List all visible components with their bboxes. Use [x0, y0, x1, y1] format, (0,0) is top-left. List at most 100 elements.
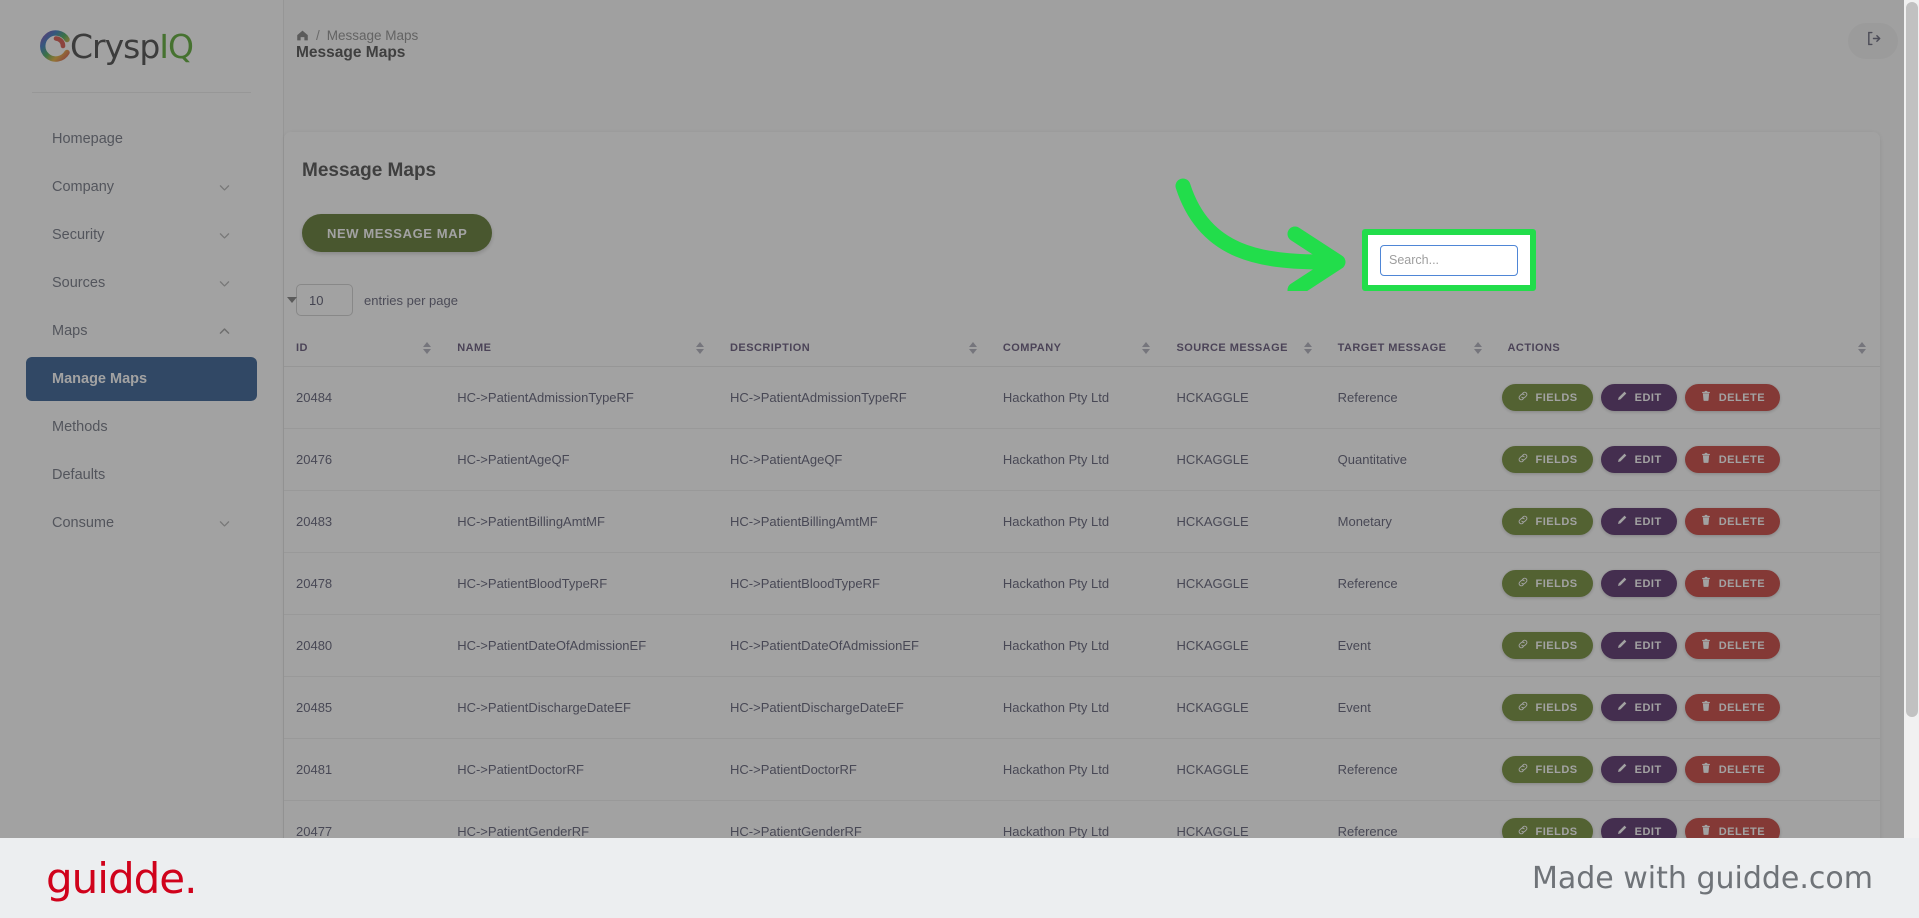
cell-description: HC->PatientDateOfAdmissionEF	[718, 614, 991, 677]
column-header-target-message[interactable]: TARGET MESSAGE	[1325, 330, 1496, 367]
message-maps-table: ID NAME DESCRIPTION COMPANY SOURCE MESSA…	[284, 330, 1880, 838]
cell-name: HC->PatientAdmissionTypeRF	[445, 366, 719, 429]
sidebar-divider	[32, 92, 251, 93]
sort-toggle-icon[interactable]	[1858, 342, 1866, 354]
column-header-company[interactable]: COMPANY	[990, 330, 1165, 367]
new-message-map-button[interactable]: NEW MESSAGE MAP	[302, 214, 493, 252]
app-logo[interactable]: Crysp IQ	[0, 0, 283, 92]
entries-per-page-control: 10 entries per page	[287, 284, 458, 316]
cell-company: Hackathon Pty Ltd	[990, 676, 1165, 739]
chevron-down-icon	[218, 277, 231, 290]
sidebar-item-consume[interactable]: Consume	[26, 501, 257, 545]
sidebar-item-homepage[interactable]: Homepage	[26, 117, 257, 161]
pencil-icon	[1616, 576, 1628, 591]
row-actions: FIELDS EDIT DELETE	[1501, 384, 1880, 411]
sort-toggle-icon[interactable]	[423, 342, 432, 354]
column-label: ID	[296, 342, 308, 354]
cell-actions: FIELDS EDIT DELETE	[1495, 614, 1880, 677]
sidebar-item-manage-maps[interactable]: Manage Maps	[26, 357, 257, 401]
delete-button[interactable]: DELETE	[1684, 508, 1781, 535]
fields-button[interactable]: FIELDS	[1501, 694, 1593, 721]
edit-button[interactable]: EDIT	[1600, 446, 1677, 473]
entries-per-page-select[interactable]: 10	[287, 284, 353, 316]
column-header-id[interactable]: ID	[284, 330, 446, 367]
edit-button[interactable]: EDIT	[1600, 756, 1677, 783]
table-row: 20481 HC->PatientDoctorRF HC->PatientDocto…	[284, 738, 1880, 801]
sort-toggle-icon[interactable]	[1142, 342, 1151, 354]
search-input[interactable]	[1380, 244, 1518, 276]
page-scrollbar[interactable]	[1904, 0, 1919, 838]
table-row: 20484 HC->PatientAdmissionTypeRF HC->Patie…	[284, 366, 1880, 429]
column-header-description[interactable]: DESCRIPTION	[718, 330, 991, 367]
column-label: DESCRIPTION	[730, 342, 811, 354]
edit-button[interactable]: EDIT	[1600, 694, 1677, 721]
edit-button[interactable]: EDIT	[1600, 570, 1677, 597]
link-icon	[1517, 638, 1529, 653]
logout-button[interactable]	[1848, 23, 1898, 59]
sidebar-item-methods[interactable]: Methods	[26, 405, 257, 449]
fields-button[interactable]: FIELDS	[1501, 756, 1593, 783]
cell-actions: FIELDS EDIT DELETE	[1495, 676, 1880, 739]
sidebar-item-sources[interactable]: Sources	[26, 261, 257, 305]
sidebar-item-company[interactable]: Company	[26, 165, 257, 209]
top-bar: / Message Maps Message Maps	[284, 0, 1919, 92]
trash-icon	[1700, 576, 1712, 591]
cell-description: HC->PatientDoctorRF	[718, 738, 991, 801]
cell-company: Hackathon Pty Ltd	[990, 552, 1165, 615]
column-label: ACTIONS	[1507, 342, 1561, 354]
delete-button[interactable]: DELETE	[1684, 446, 1781, 473]
fields-button[interactable]: FIELDS	[1501, 570, 1593, 597]
sidebar-item-label: Consume	[52, 515, 115, 531]
delete-button[interactable]: DELETE	[1684, 818, 1781, 838]
column-header-actions[interactable]: ACTIONS	[1495, 330, 1880, 367]
edit-button[interactable]: EDIT	[1600, 384, 1677, 411]
message-maps-card: Message Maps NEW MESSAGE MAP 10 entries …	[284, 132, 1880, 838]
cell-description: HC->PatientAgeQF	[718, 428, 991, 491]
breadcrumb-current[interactable]: Message Maps	[327, 28, 419, 43]
cell-actions: FIELDS EDIT DELETE	[1495, 800, 1880, 838]
fields-button[interactable]: FIELDS	[1501, 508, 1593, 535]
cell-actions: FIELDS EDIT DELETE	[1495, 738, 1880, 801]
home-icon[interactable]	[296, 29, 309, 42]
sort-toggle-icon[interactable]	[696, 342, 705, 354]
application-window: Crysp IQ Homepage Company Security Sourc…	[0, 0, 1919, 838]
trash-icon	[1700, 762, 1712, 777]
sidebar-item-maps[interactable]: Maps	[26, 309, 257, 353]
fields-button[interactable]: FIELDS	[1501, 632, 1593, 659]
cell-company: Hackathon Pty Ltd	[990, 428, 1165, 491]
cell-actions: FIELDS EDIT DELETE	[1495, 490, 1880, 553]
fields-button-label: FIELDS	[1535, 763, 1578, 776]
fields-button[interactable]: FIELDS	[1501, 384, 1593, 411]
row-actions: FIELDS EDIT DELETE	[1501, 508, 1880, 535]
delete-button[interactable]: DELETE	[1684, 756, 1781, 783]
cell-actions: FIELDS EDIT DELETE	[1495, 552, 1880, 615]
cell-name: HC->PatientDateOfAdmissionEF	[445, 614, 719, 677]
scrollbar-thumb[interactable]	[1906, 2, 1918, 717]
cell-source-message: HCKAGGLE	[1164, 428, 1326, 491]
edit-button[interactable]: EDIT	[1600, 632, 1677, 659]
sidebar-item-defaults[interactable]: Defaults	[26, 453, 257, 497]
entries-per-page-label: entries per page	[364, 292, 458, 308]
delete-button[interactable]: DELETE	[1684, 632, 1781, 659]
fields-button[interactable]: FIELDS	[1501, 446, 1593, 473]
delete-button[interactable]: DELETE	[1684, 570, 1781, 597]
sort-toggle-icon[interactable]	[968, 342, 977, 354]
fields-button-label: FIELDS	[1535, 515, 1578, 528]
column-header-source-message[interactable]: SOURCE MESSAGE	[1164, 330, 1326, 367]
table-row: 20485 HC->PatientDischargeDateEF HC->Patie…	[284, 676, 1880, 739]
delete-button[interactable]: DELETE	[1684, 694, 1781, 721]
fields-button[interactable]: FIELDS	[1501, 818, 1593, 838]
table-row: 20477 HC->PatientGenderRF HC->PatientGende…	[284, 800, 1880, 838]
row-actions: FIELDS EDIT DELETE	[1501, 818, 1880, 838]
sort-toggle-icon[interactable]	[1303, 342, 1312, 354]
cell-target-message: Reference	[1325, 366, 1496, 429]
sort-toggle-icon[interactable]	[1473, 342, 1482, 354]
column-header-name[interactable]: NAME	[445, 330, 719, 367]
cell-id: 20483	[284, 490, 446, 553]
edit-button[interactable]: EDIT	[1600, 818, 1677, 838]
edit-button[interactable]: EDIT	[1600, 508, 1677, 535]
sidebar-item-security[interactable]: Security	[26, 213, 257, 257]
edit-button-label: EDIT	[1634, 515, 1662, 528]
fields-button-label: FIELDS	[1535, 577, 1578, 590]
delete-button[interactable]: DELETE	[1684, 384, 1781, 411]
